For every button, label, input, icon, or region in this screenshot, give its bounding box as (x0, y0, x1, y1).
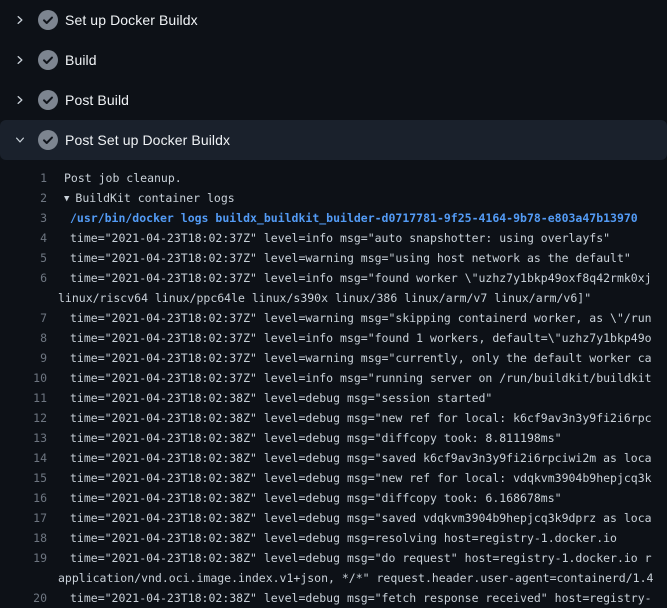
chevron-down-icon[interactable] (14, 134, 26, 146)
log-panel: 1Post job cleanup.2 ▼ BuildKit container l… (0, 160, 667, 608)
log-line-number[interactable]: 16 (0, 488, 47, 508)
check-circle-icon (38, 10, 58, 30)
log-line-number[interactable]: 9 (0, 348, 47, 368)
log-line-number[interactable]: 3 (0, 208, 47, 228)
log-line-text: time="2021-04-23T18:02:38Z" level=debug … (0, 508, 667, 528)
chevron-right-icon[interactable] (14, 14, 26, 26)
log-line-text: time="2021-04-23T18:02:37Z" level=info m… (0, 328, 667, 348)
step-header-set-up-docker-buildx[interactable]: Set up Docker Buildx (0, 0, 667, 40)
step-header-build[interactable]: Build (0, 40, 667, 80)
log-row: 1Post job cleanup. (0, 168, 667, 188)
log-row: 11time="2021-04-23T18:02:38Z" level=debu… (0, 388, 667, 408)
steps-list: Set up Docker Buildx Build Post Bu (0, 0, 667, 160)
log-row: 15time="2021-04-23T18:02:38Z" level=debu… (0, 468, 667, 488)
log-line-text: Post job cleanup. (0, 168, 667, 188)
log-line-number[interactable]: 18 (0, 528, 47, 548)
check-circle-icon (38, 50, 58, 70)
log-row: 10time="2021-04-23T18:02:37Z" level=info… (0, 368, 667, 388)
log-line-text: time="2021-04-23T18:02:37Z" level=warnin… (0, 308, 667, 328)
log-line-text: time="2021-04-23T18:02:37Z" level=info m… (0, 228, 667, 248)
log-line-number[interactable]: 8 (0, 328, 47, 348)
log-line-wrap-text: linux/riscv64 linux/ppc64le linux/s390x … (0, 288, 667, 308)
group-collapse-caret-icon[interactable]: ▼ (64, 189, 69, 208)
log-line-number[interactable]: 13 (0, 428, 47, 448)
log-line-text: time="2021-04-23T18:02:37Z" level=warnin… (0, 248, 667, 268)
log-row: 16time="2021-04-23T18:02:38Z" level=debu… (0, 488, 667, 508)
log-line-wrap-text: application/vnd.oci.image.index.v1+json,… (0, 568, 667, 588)
log-row: 8time="2021-04-23T18:02:37Z" level=info … (0, 328, 667, 348)
log-line-number[interactable]: 14 (0, 448, 47, 468)
log-line-number[interactable]: 1 (0, 168, 47, 188)
log-line-text: time="2021-04-23T18:02:37Z" level=warnin… (0, 348, 667, 368)
step-header-post-build[interactable]: Post Build (0, 80, 667, 120)
log-line-number[interactable]: 5 (0, 248, 47, 268)
log-row: 4time="2021-04-23T18:02:37Z" level=info … (0, 228, 667, 248)
log-line-text: time="2021-04-23T18:02:38Z" level=debug … (0, 488, 667, 508)
check-circle-icon (38, 90, 58, 110)
log-row: 17time="2021-04-23T18:02:38Z" level=debu… (0, 508, 667, 528)
step-header-post-set-up-docker-buildx[interactable]: Post Set up Docker Buildx (0, 120, 667, 160)
log-row: 2 ▼ BuildKit container logs (0, 188, 667, 208)
log-row: 7time="2021-04-23T18:02:37Z" level=warni… (0, 308, 667, 328)
log-line-number[interactable]: 4 (0, 228, 47, 248)
log-line-text: time="2021-04-23T18:02:37Z" level=info m… (0, 268, 667, 288)
log-line-text: time="2021-04-23T18:02:38Z" level=debug … (0, 428, 667, 448)
log-line-number[interactable]: 11 (0, 388, 47, 408)
log-line-text: time="2021-04-23T18:02:38Z" level=debug … (0, 528, 667, 548)
log-line-number[interactable]: 6 (0, 268, 47, 288)
log-row: 18time="2021-04-23T18:02:38Z" level=debu… (0, 528, 667, 548)
log-row: 6time="2021-04-23T18:02:37Z" level=info … (0, 268, 667, 288)
log-line-number[interactable]: 19 (0, 548, 47, 568)
log-row: 13time="2021-04-23T18:02:38Z" level=debu… (0, 428, 667, 448)
step-title: Post Set up Docker Buildx (65, 132, 230, 148)
step-title: Set up Docker Buildx (65, 12, 198, 28)
log-line-text: time="2021-04-23T18:02:38Z" level=debug … (0, 408, 667, 428)
chevron-right-icon[interactable] (14, 54, 26, 66)
log-command-text: /usr/bin/docker logs buildx_buildkit_bui… (70, 211, 638, 225)
chevron-right-icon[interactable] (14, 94, 26, 106)
log-line-text: time="2021-04-23T18:02:37Z" level=info m… (0, 368, 667, 388)
log-line-number[interactable]: 10 (0, 368, 47, 388)
log-row: 3/usr/bin/docker logs buildx_buildkit_bu… (0, 208, 667, 228)
step-title: Build (65, 52, 97, 68)
log-row: 5time="2021-04-23T18:02:37Z" level=warni… (0, 248, 667, 268)
log-line-text: time="2021-04-23T18:02:38Z" level=debug … (0, 448, 667, 468)
log-row: 19time="2021-04-23T18:02:38Z" level=debu… (0, 548, 667, 568)
check-circle-icon (38, 130, 58, 150)
log-line-text: time="2021-04-23T18:02:38Z" level=debug … (0, 468, 667, 488)
log-line-text: time="2021-04-23T18:02:38Z" level=debug … (0, 388, 667, 408)
log-line-number[interactable]: 20 (0, 588, 47, 608)
log-line-number[interactable]: 15 (0, 468, 47, 488)
log-line-text: time="2021-04-23T18:02:38Z" level=debug … (0, 548, 667, 568)
log-row: application/vnd.oci.image.index.v1+json,… (0, 568, 667, 588)
log-row: 12time="2021-04-23T18:02:38Z" level=debu… (0, 408, 667, 428)
log-line-number[interactable]: 17 (0, 508, 47, 528)
log-line-number[interactable]: 7 (0, 308, 47, 328)
log-row: 20time="2021-04-23T18:02:38Z" level=debu… (0, 588, 667, 608)
log-line-number[interactable]: 2 (0, 188, 47, 208)
log-row: 9time="2021-04-23T18:02:37Z" level=warni… (0, 348, 667, 368)
log-line-number[interactable]: 12 (0, 408, 47, 428)
log-group-title[interactable]: BuildKit container logs (75, 191, 234, 205)
log-row: linux/riscv64 linux/ppc64le linux/s390x … (0, 288, 667, 308)
log-row: 14time="2021-04-23T18:02:38Z" level=debu… (0, 448, 667, 468)
log-line-text: time="2021-04-23T18:02:38Z" level=debug … (0, 588, 667, 608)
log-line-text: ▼ BuildKit container logs (0, 188, 667, 208)
log-line-text: /usr/bin/docker logs buildx_buildkit_bui… (0, 208, 667, 228)
step-title: Post Build (65, 92, 129, 108)
